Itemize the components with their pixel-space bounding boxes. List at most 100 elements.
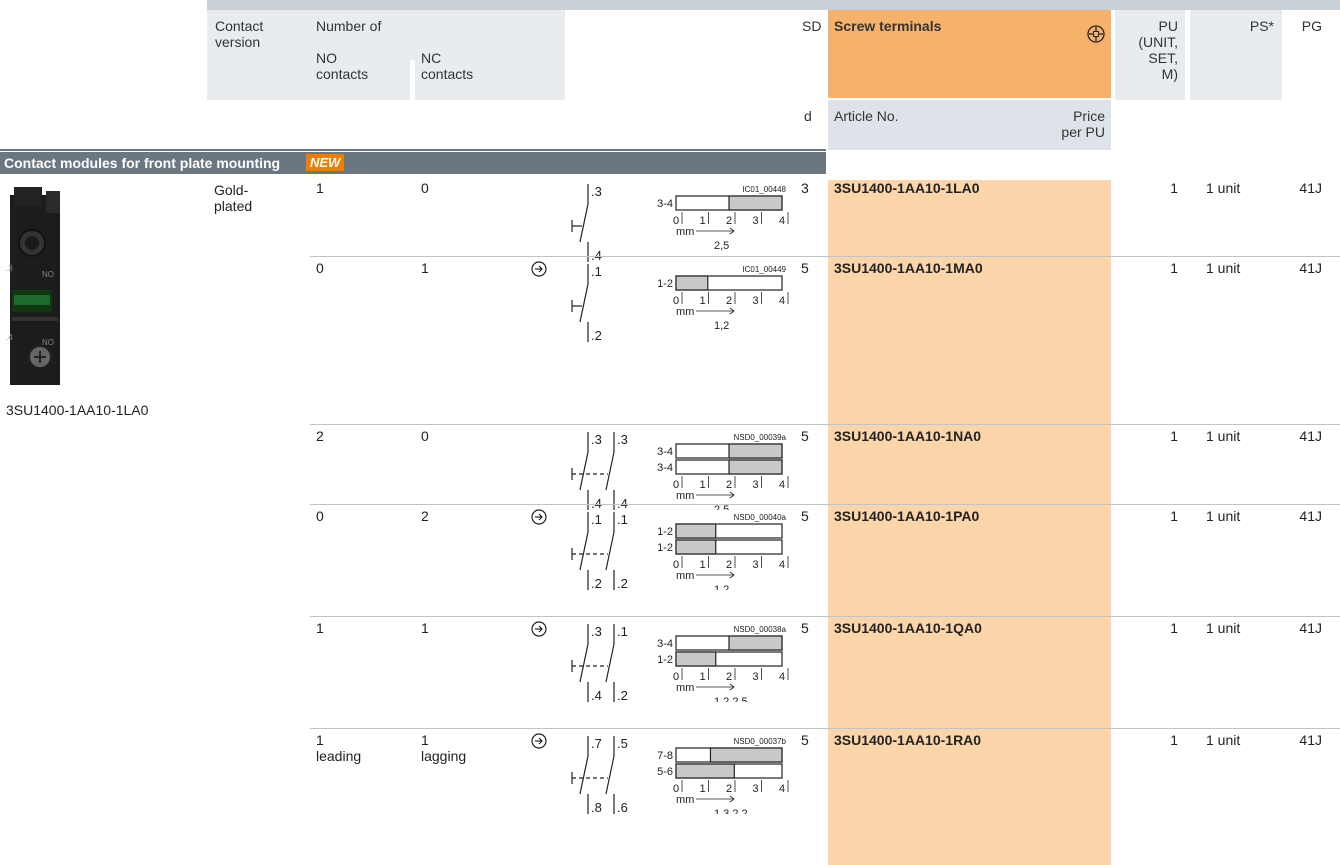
new-badge: NEW	[306, 154, 345, 171]
pg-value: 41J	[1299, 260, 1322, 276]
terminal-label: .1	[617, 512, 628, 527]
screw-terminal-icon	[1087, 25, 1105, 43]
svg-text:NO: NO	[42, 270, 54, 279]
scale-tick: 2	[726, 671, 732, 683]
contact-symbol: .3.4.3.4	[571, 432, 628, 511]
scale-tick: 1	[700, 215, 706, 227]
contact-symbol: .7 .8 .5 .6	[571, 736, 628, 815]
ps-value: 1 unit	[1206, 428, 1241, 444]
pg-value: 41J	[1299, 508, 1322, 524]
diagram-id: NSD0_00039a	[734, 433, 787, 442]
image-caption: 3SU1400-1AA10-1LA0	[6, 402, 149, 418]
sd-value: 3	[801, 180, 809, 196]
contact-symbol: .1 .2 .1 .2	[571, 512, 628, 591]
circled-arrow-icon	[531, 621, 547, 637]
row-separator	[310, 504, 1340, 505]
pu-value: 1	[1170, 732, 1178, 748]
nc-contacts-value: 1	[421, 620, 429, 636]
scale-tick: 2	[726, 295, 732, 307]
bar-label: 5-6	[657, 766, 673, 778]
row-separator	[310, 728, 1340, 729]
screw-terminals-label: Screw terminals	[834, 18, 942, 34]
scale-tick: 3	[753, 479, 759, 491]
terminal-label: .6	[617, 800, 628, 815]
header-nc-contacts: NC contacts	[421, 50, 474, 82]
scale-tick: 3	[753, 295, 759, 307]
no-contacts-value: 1 leading	[316, 732, 362, 764]
price-per-pu-label: Price per PU	[1061, 108, 1105, 140]
header-pg: PG	[1301, 18, 1322, 34]
contact-symbol: .1 .2	[571, 264, 602, 343]
top-band	[207, 0, 1340, 10]
sd-value: 5	[801, 508, 809, 524]
bar-label: 7-8	[657, 750, 673, 762]
article-number: 3SU1400-1AA10-1RA0	[834, 732, 982, 748]
header-pu: PU (UNIT, SET, M)	[1138, 18, 1178, 82]
actuation-note: 1,2	[714, 320, 729, 332]
section-title: Contact modules for front plate mounting	[4, 155, 281, 171]
scale-unit: mm	[676, 226, 694, 238]
terminal-label: .3	[591, 184, 602, 199]
terminal-label: .3	[591, 432, 602, 447]
bar-label: 1-2	[657, 278, 673, 290]
bar-label: 1-2	[657, 654, 673, 666]
nc-contacts-value: 0	[421, 180, 429, 196]
nc-contacts-value: 1 lagging	[421, 732, 467, 764]
scale-tick: 2	[726, 479, 732, 491]
travel-diagram: IC01_004491-20 1 2 3 4mm1,2	[657, 265, 789, 332]
scale-tick: 1	[700, 559, 706, 571]
scale-tick: 2	[726, 559, 732, 571]
pg-value: 41J	[1299, 428, 1322, 444]
nc-contacts-value: 0	[421, 428, 429, 444]
terminal-label: .2	[617, 688, 628, 703]
terminal-label: .1	[591, 512, 602, 527]
sd-value: 5	[801, 732, 809, 748]
terminal-label: .8	[591, 800, 602, 815]
article-number: 3SU1400-1AA10-1MA0	[834, 260, 983, 276]
travel-diagram: NSD0_00040a1-21-20 1 2 3 4mm1,2	[657, 513, 789, 590]
terminal-label: .7	[591, 736, 602, 751]
pu-value: 1	[1170, 428, 1178, 444]
terminal-label: .2	[617, 576, 628, 591]
ps-value: 1 unit	[1206, 260, 1241, 276]
scale-tick: 3	[753, 215, 759, 227]
ps-value: 1 unit	[1206, 732, 1241, 748]
actuation-note: 1,2 2,5	[714, 696, 748, 702]
no-contacts-value: 0	[316, 260, 324, 276]
header-contact-version: Contact version	[215, 18, 264, 50]
actuation-note: 2,5	[714, 240, 729, 252]
scale-tick: 4	[779, 479, 785, 491]
scale-tick: 1	[700, 783, 706, 795]
terminal-label: .3	[591, 624, 602, 639]
screw-terminals-header: Screw terminals	[828, 10, 1111, 98]
ps-value: 1 unit	[1206, 180, 1241, 196]
contact-version-value: Gold- plated	[214, 182, 253, 214]
terminal-label: .1	[617, 624, 628, 639]
diagram-id: IC01_00448	[742, 185, 786, 194]
scale-unit: mm	[676, 570, 694, 582]
article-number: 3SU1400-1AA10-1LA0	[834, 180, 980, 196]
travel-diagram: NSD0_00039a3-43-40 1 2 3 4mm2,5	[657, 433, 789, 510]
scale-unit: mm	[676, 794, 694, 806]
article-number: 3SU1400-1AA10-1PA0	[834, 508, 980, 524]
pu-value: 1	[1170, 180, 1178, 196]
no-contacts-value: 2	[316, 428, 324, 444]
header-number-of: Number of	[316, 18, 382, 34]
scale-unit: mm	[676, 682, 694, 694]
svg-text:.3: .3	[6, 264, 13, 273]
scale-tick: 1	[700, 479, 706, 491]
sd-value: 5	[801, 428, 809, 444]
header-d: d	[804, 108, 812, 124]
no-contacts-value: 0	[316, 508, 324, 524]
diagram-id: IC01_00449	[742, 265, 786, 274]
diagram-id: NSD0_00038a	[734, 625, 787, 634]
ps-value: 1 unit	[1206, 508, 1241, 524]
circled-arrow-icon	[531, 261, 547, 277]
pu-value: 1	[1170, 260, 1178, 276]
row-separator	[310, 424, 1340, 425]
terminal-label: .5	[617, 736, 628, 751]
article-header: Article No. Price per PU	[828, 100, 1111, 150]
travel-diagram: NSD0_00038a3-41-20 1 2 3 4mm1,2 2,5	[657, 625, 789, 702]
diagram-id: NSD0_00040a	[734, 513, 787, 522]
nc-contacts-value: 1	[421, 260, 429, 276]
